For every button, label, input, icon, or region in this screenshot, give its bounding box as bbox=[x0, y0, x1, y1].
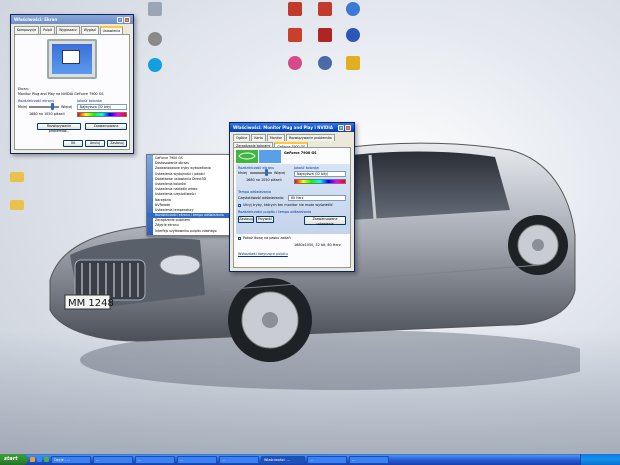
tab-general[interactable]: Ogólne bbox=[233, 134, 251, 141]
window-title: Właściwości: Ekran bbox=[14, 17, 58, 22]
taskbar-item[interactable]: ... bbox=[135, 455, 175, 464]
tab-troubleshoot[interactable]: Rozwiązywanie problemów bbox=[286, 134, 335, 141]
help-button[interactable]: ? bbox=[338, 124, 344, 131]
taskbar-item[interactable]: ... bbox=[307, 455, 347, 464]
quicklaunch-icon[interactable] bbox=[44, 457, 49, 462]
show-icon-checkbox[interactable] bbox=[238, 237, 241, 240]
tab-appearance[interactable]: Wygląd bbox=[80, 26, 99, 34]
settings-panel: Ekran: Monitor Plug and Play na NVIDIA G… bbox=[14, 34, 130, 150]
tab-settings[interactable]: Ustawienia bbox=[99, 26, 124, 34]
help-link[interactable]: Wskazówki dotyczące pulpitu bbox=[238, 252, 288, 256]
apple-icon[interactable] bbox=[140, 32, 170, 46]
hide-modes-label: Ukryj tryby, których ten monitor nie moż… bbox=[243, 203, 333, 207]
app-icon[interactable] bbox=[280, 2, 310, 16]
display-value: Monitor Plug and Play na NVIDIA GeForce … bbox=[18, 92, 104, 96]
less-label: Mniej bbox=[18, 105, 28, 109]
resolution-slider-thumb[interactable] bbox=[51, 103, 54, 110]
tab-strip: Kompozycje Pulpit Wygaszacz Wygląd Ustaw… bbox=[11, 24, 133, 34]
refresh-label: Częstotliwość odświeżania: bbox=[238, 196, 285, 200]
res-label: Rozdzielczość ekranu bbox=[238, 166, 275, 170]
more-label: Więcej bbox=[274, 171, 286, 175]
apply-button[interactable]: Zastosuj bbox=[107, 140, 127, 147]
display-label: Ekran: bbox=[18, 87, 29, 91]
refresh-select[interactable]: 60 Herz bbox=[288, 195, 346, 201]
apply-small-button[interactable]: Zastosuj bbox=[238, 216, 254, 223]
resolution-value: 1680 na 1050 pikseli bbox=[29, 112, 65, 116]
title-bar[interactable]: Właściwości: Ekran ? × bbox=[11, 15, 133, 24]
quicklaunch-icon[interactable] bbox=[30, 457, 35, 462]
nvidia-logo-icon bbox=[236, 150, 258, 163]
app-icon[interactable] bbox=[338, 56, 368, 70]
window-title: Właściwości: Monitor Plug and Play i NVI… bbox=[233, 125, 333, 130]
trash-icon[interactable] bbox=[140, 2, 170, 16]
color-spectrum bbox=[294, 179, 346, 184]
resolution-slider[interactable] bbox=[250, 172, 272, 174]
geforce-panel: GeForce 7900 GS Rozdzielczość ekranu Mni… bbox=[233, 147, 351, 268]
close-button[interactable]: × bbox=[345, 124, 351, 131]
taskbar-item[interactable]: Opcje - ... bbox=[51, 455, 91, 464]
app-icon[interactable] bbox=[280, 56, 310, 70]
app-icon[interactable] bbox=[310, 56, 340, 70]
tab-themes[interactable]: Kompozycje bbox=[14, 26, 40, 34]
current-mode: 1680x1050, 32 bit, 60 Herz bbox=[294, 243, 341, 247]
tab-adapter[interactable]: Karta bbox=[251, 134, 266, 141]
start-button[interactable]: start bbox=[0, 454, 28, 465]
taskbar-item[interactable]: ... bbox=[349, 455, 389, 464]
app-icon[interactable] bbox=[280, 28, 310, 42]
resolution-slider-thumb[interactable] bbox=[265, 169, 268, 176]
refresh-section: Tempo odświeżania bbox=[238, 190, 272, 194]
cancel-button[interactable]: Anuluj bbox=[85, 140, 105, 147]
svg-text:MM 1248: MM 1248 bbox=[68, 298, 114, 309]
close-button[interactable]: × bbox=[124, 16, 130, 23]
app-icon[interactable] bbox=[338, 2, 368, 16]
resolution-label: Rozdzielczość ekranu bbox=[18, 99, 55, 103]
taskbar-item-active[interactable]: Właściwości: ... bbox=[261, 455, 305, 464]
advanced-settings-button[interactable]: Zaawansowane ustawienia bbox=[304, 216, 346, 226]
resolution-slider[interactable] bbox=[29, 106, 59, 108]
res-value: 1680 na 1050 pikseli bbox=[246, 178, 282, 182]
troubleshoot-button[interactable]: Rozwiązywanie problemów... bbox=[37, 123, 81, 133]
monitor-properties-window: Właściwości: Monitor Plug and Play i NVI… bbox=[229, 122, 355, 272]
quality-select[interactable]: Najwyższa (32 bity) bbox=[294, 171, 346, 177]
display-icon bbox=[259, 150, 281, 163]
skype-icon[interactable] bbox=[140, 58, 170, 72]
taskbar-item[interactable]: ... bbox=[177, 455, 217, 464]
color-spectrum bbox=[77, 112, 127, 117]
advanced-button[interactable]: Zaawansowane bbox=[85, 123, 127, 130]
hide-modes-checkbox[interactable] bbox=[238, 204, 241, 207]
show-icon-label: Pokaż ikonę na pasku zadań bbox=[243, 236, 291, 240]
tab-monitor[interactable]: Monitor bbox=[266, 134, 285, 141]
menu-item[interactable]: Interfejs użytkownika pulpitu zdalnego bbox=[147, 229, 235, 234]
desktop-section: Rozdzielczości pulpitu i tempo odświeżan… bbox=[238, 210, 312, 214]
taskbar: start Opcje - ... ... ... ... ... Właści… bbox=[0, 454, 620, 465]
tab-desktop[interactable]: Pulpit bbox=[40, 26, 56, 34]
quality-label: Jakość kolorów bbox=[294, 166, 319, 170]
monitor-screen bbox=[52, 44, 92, 74]
app-icon[interactable] bbox=[338, 28, 368, 42]
quality-select[interactable]: Najwyższa (32 bity) bbox=[77, 104, 127, 110]
quality-label: Jakość kolorów bbox=[77, 99, 102, 103]
more-label: Więcej bbox=[61, 105, 73, 109]
panel-title: GeForce 7900 GS bbox=[284, 151, 317, 155]
display-properties-window: Właściwości: Ekran ? × Kompozycje Pulpit … bbox=[10, 14, 134, 154]
system-tray[interactable] bbox=[580, 454, 620, 465]
restore-button[interactable]: Przywróć bbox=[256, 216, 274, 223]
nvidia-context-menu: GeForce 7900 GS Dostosowanie obrazu Zaawan… bbox=[146, 154, 236, 236]
ok-button[interactable]: OK bbox=[63, 140, 83, 147]
folder-icon[interactable] bbox=[2, 200, 32, 210]
desktop: MM 1248 Właściwości: Ekran ? × Kompozycje… bbox=[0, 0, 620, 454]
help-button[interactable]: ? bbox=[117, 16, 123, 23]
title-bar[interactable]: Właściwości: Monitor Plug and Play i NVI… bbox=[230, 123, 354, 132]
taskbar-item[interactable]: ... bbox=[219, 455, 259, 464]
app-icon[interactable] bbox=[310, 28, 340, 42]
less-label: Mniej bbox=[238, 171, 248, 175]
app-icon[interactable] bbox=[310, 2, 340, 16]
taskbar-item[interactable]: ... bbox=[93, 455, 133, 464]
folder-icon[interactable] bbox=[2, 172, 32, 182]
quicklaunch-icon[interactable] bbox=[37, 457, 42, 462]
tab-screensaver[interactable]: Wygaszacz bbox=[56, 26, 80, 34]
monitor-preview bbox=[47, 39, 97, 79]
